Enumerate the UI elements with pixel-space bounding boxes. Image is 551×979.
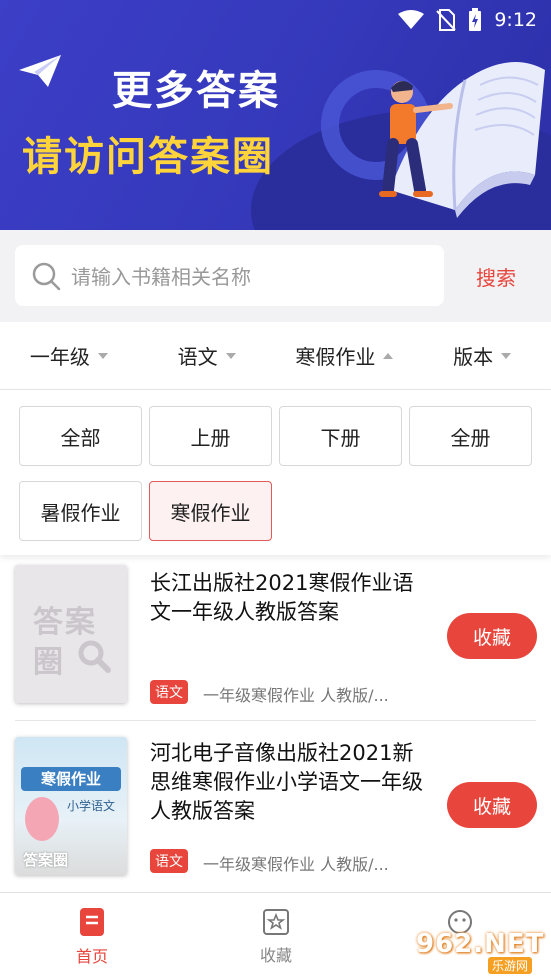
book-list: 答案 圈 长江出版社2021寒假作业语文一年级人教版答案 语文 一年级寒假作业 …: [0, 555, 551, 892]
filter-type-label: 寒假作业: [295, 345, 376, 369]
nav-home-label: 首页: [75, 946, 108, 966]
filter-dropdown-panel: 全部 上册 下册 全册 暑假作业 寒假作业: [0, 390, 551, 555]
favorite-button[interactable]: 收藏: [447, 613, 537, 659]
promo-banner[interactable]: 9:12 更多答案 请访问答案圈: [0, 0, 551, 230]
filter-subject[interactable]: 语文: [138, 322, 276, 389]
filter-grade-label: 一年级: [29, 345, 90, 369]
option-summer-homework[interactable]: 暑假作业: [19, 481, 142, 541]
filter-type[interactable]: 寒假作业: [276, 322, 414, 389]
cover-logo-text: 圈: [33, 645, 63, 680]
book-title: 长江出版社2021寒假作业语文一年级人教版答案: [150, 571, 414, 624]
filter-grade[interactable]: 一年级: [0, 322, 138, 389]
magnifier-icon: [78, 640, 111, 673]
book-icon: [80, 907, 104, 936]
book-meta: 一年级寒假作业 人教版/...: [203, 855, 389, 874]
search-input[interactable]: 请输入书籍相关名称: [15, 245, 444, 306]
search-placeholder: 请输入书籍相关名称: [71, 265, 251, 289]
cover-illustration: [25, 797, 59, 841]
subject-badge: 语文: [150, 849, 188, 873]
cover-title-text: 寒假作业: [21, 767, 121, 791]
status-bar: 9:12: [398, 6, 537, 34]
search-bar: 请输入书籍相关名称 搜索: [0, 230, 551, 322]
filter-subject-label: 语文: [177, 345, 218, 369]
list-item[interactable]: 寒假作业 小学语文 答案圈 河北电子音像出版社2021新思维寒假作业小学语文一年…: [0, 723, 551, 891]
search-button[interactable]: 搜索: [476, 262, 516, 291]
search-icon: [32, 262, 61, 290]
no-sim-icon: [436, 9, 457, 31]
status-time: 9:12: [494, 9, 537, 31]
favorite-button[interactable]: 收藏: [447, 782, 537, 828]
caret-down-icon: [501, 352, 512, 359]
subject-badge: 语文: [150, 680, 188, 704]
book-cover: 寒假作业 小学语文 答案圈: [15, 737, 127, 875]
option-volume-1[interactable]: 上册: [149, 406, 272, 466]
list-item[interactable]: 答案 圈 长江出版社2021寒假作业语文一年级人教版答案 语文 一年级寒假作业 …: [0, 555, 551, 723]
caret-up-icon: [383, 352, 394, 359]
filter-edition-label: 版本: [453, 345, 494, 369]
caret-down-icon: [97, 352, 108, 359]
caret-down-icon: [225, 352, 236, 359]
banner-headline: 更多答案: [112, 68, 280, 114]
book-title: 河北电子音像出版社2021新思维寒假作业小学语文一年级人教版答案: [150, 741, 423, 823]
star-box-icon: [263, 908, 289, 935]
site-watermark: 962.NET: [416, 929, 545, 959]
book-reader-illustration: [379, 62, 545, 218]
paper-plane-icon: [19, 55, 61, 87]
site-watermark-sub: 乐游网: [488, 957, 533, 974]
option-volume-2[interactable]: 下册: [279, 406, 402, 466]
book-meta: 一年级寒假作业 人教版/...: [203, 686, 389, 705]
nav-favorites-label: 收藏: [259, 945, 292, 965]
option-full-volume[interactable]: 全册: [409, 406, 532, 466]
book-cover: 答案 圈: [15, 565, 127, 703]
wifi-icon: [398, 10, 425, 29]
nav-home[interactable]: 首页: [32, 893, 152, 979]
cover-watermark-text: 答案圈: [23, 851, 69, 869]
filter-bar: 一年级 语文 寒假作业 版本: [0, 322, 551, 390]
banner-subheadline: 请访问答案圈: [22, 134, 274, 180]
cover-subject-text: 小学语文: [67, 799, 116, 813]
divider: [15, 720, 536, 721]
cover-logo-text: 答案: [33, 605, 97, 640]
option-winter-homework[interactable]: 寒假作业: [149, 481, 272, 541]
nav-favorites[interactable]: 收藏: [216, 893, 336, 979]
option-all[interactable]: 全部: [19, 406, 142, 466]
filter-edition[interactable]: 版本: [413, 322, 551, 389]
battery-charging-icon: [469, 8, 482, 31]
